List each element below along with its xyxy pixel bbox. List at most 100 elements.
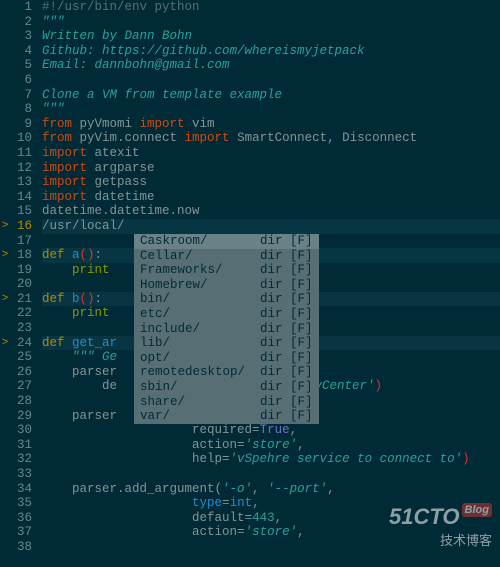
line-number: 13	[10, 175, 32, 190]
gutter-sign	[0, 190, 10, 205]
line-number: 27	[10, 379, 32, 394]
code-line: Email: dannbohn@gmail.com	[42, 58, 500, 73]
gutter-sign: >	[0, 248, 10, 263]
completion-item[interactable]: Cellar/ dir [F]	[134, 249, 319, 264]
line-number: 12	[10, 161, 32, 176]
completion-item[interactable]: share/ dir [F]	[134, 395, 319, 410]
gutter-sign	[0, 394, 10, 409]
code-line: Written by Dann Bohn	[42, 29, 500, 44]
gutter-sign	[0, 511, 10, 526]
gutter-sign	[0, 525, 10, 540]
completion-item[interactable]: opt/ dir [F]	[134, 351, 319, 366]
line-number: 11	[10, 146, 32, 161]
gutter-sign: >	[0, 219, 10, 234]
line-number: 30	[10, 423, 32, 438]
gutter-sign	[0, 496, 10, 511]
line-number: 2	[10, 15, 32, 30]
line-number: 8	[10, 102, 32, 117]
line-number: 5	[10, 58, 32, 73]
completion-item[interactable]: lib/ dir [F]	[134, 336, 319, 351]
code-line: Clone a VM from template example	[42, 88, 500, 103]
code-line: required=True,	[42, 423, 500, 438]
gutter-sign	[0, 88, 10, 103]
completion-item[interactable]: etc/ dir [F]	[134, 307, 319, 322]
completion-item[interactable]: Caskroom/ dir [F]	[134, 234, 319, 249]
line-number: 4	[10, 44, 32, 59]
code-line: Github: https://github.com/whereismyjetp…	[42, 44, 500, 59]
completion-item[interactable]: include/ dir [F]	[134, 322, 319, 337]
code-line: type=int,	[42, 496, 500, 511]
code-line: from pyVmomi import vim	[42, 117, 500, 132]
code-line	[42, 540, 500, 555]
line-number-gutter: 1234567891011121314151617181920212223242…	[10, 0, 38, 567]
line-number: 20	[10, 277, 32, 292]
line-number: 21	[10, 292, 32, 307]
gutter-sign: >	[0, 336, 10, 351]
line-number: 38	[10, 540, 32, 555]
gutter-sign	[0, 482, 10, 497]
line-number: 10	[10, 131, 32, 146]
line-number: 9	[10, 117, 32, 132]
code-area[interactable]: #!/usr/bin/env python """ Written by Dan…	[38, 0, 500, 567]
completion-item[interactable]: sbin/ dir [F]	[134, 380, 319, 395]
gutter-sign	[0, 263, 10, 278]
code-line: """	[42, 15, 500, 30]
gutter-sign	[0, 350, 10, 365]
gutter-sign	[0, 175, 10, 190]
completion-popup[interactable]: Caskroom/ dir [F]Cellar/ dir [F]Framewor…	[134, 234, 319, 424]
line-number: 14	[10, 190, 32, 205]
gutter-sign	[0, 379, 10, 394]
code-line: parser.add_argument('-o', '--port',	[42, 482, 500, 497]
line-number: 29	[10, 409, 32, 424]
code-line	[42, 73, 500, 88]
gutter-sign	[0, 423, 10, 438]
sign-column: > > > >	[0, 0, 10, 567]
code-line: """	[42, 102, 500, 117]
gutter-sign	[0, 438, 10, 453]
completion-item[interactable]: remotedesktop/ dir [F]	[134, 365, 319, 380]
line-number: 31	[10, 438, 32, 453]
line-number: 3	[10, 29, 32, 44]
code-line-current: /usr/local/	[42, 219, 500, 234]
code-line: from pyVim.connect import SmartConnect, …	[42, 131, 500, 146]
gutter-sign: >	[0, 292, 10, 307]
line-number: 17	[10, 234, 32, 249]
code-line: import getpass	[42, 175, 500, 190]
completion-item[interactable]: Homebrew/ dir [F]	[134, 278, 319, 293]
gutter-sign	[0, 204, 10, 219]
code-line: import argparse	[42, 161, 500, 176]
line-number: 28	[10, 394, 32, 409]
line-number: 32	[10, 452, 32, 467]
gutter-sign	[0, 58, 10, 73]
code-editor[interactable]: >>>> 12345678910111213141516171819202122…	[0, 0, 500, 567]
line-number: 16	[10, 219, 32, 234]
gutter-sign	[0, 161, 10, 176]
code-line: datetime.datetime.now	[42, 204, 500, 219]
gutter-sign	[0, 321, 10, 336]
line-number: 34	[10, 482, 32, 497]
gutter-sign	[0, 29, 10, 44]
line-number: 22	[10, 306, 32, 321]
completion-item[interactable]: bin/ dir [F]	[134, 292, 319, 307]
line-number: 37	[10, 525, 32, 540]
gutter-sign	[0, 467, 10, 482]
code-line: import atexit	[42, 146, 500, 161]
line-number: 15	[10, 204, 32, 219]
code-line: action='store',	[42, 438, 500, 453]
gutter-sign	[0, 131, 10, 146]
gutter-sign	[0, 15, 10, 30]
line-number: 36	[10, 511, 32, 526]
line-number: 19	[10, 263, 32, 278]
gutter-sign	[0, 117, 10, 132]
gutter-sign	[0, 234, 10, 249]
completion-item[interactable]: Frameworks/ dir [F]	[134, 263, 319, 278]
line-number: 7	[10, 88, 32, 103]
gutter-sign	[0, 365, 10, 380]
code-line: default=443,	[42, 511, 500, 526]
line-number: 26	[10, 365, 32, 380]
line-number: 1	[10, 0, 32, 15]
line-number: 33	[10, 467, 32, 482]
completion-item[interactable]: var/ dir [F]	[134, 409, 319, 424]
gutter-sign	[0, 102, 10, 117]
line-number: 25	[10, 350, 32, 365]
